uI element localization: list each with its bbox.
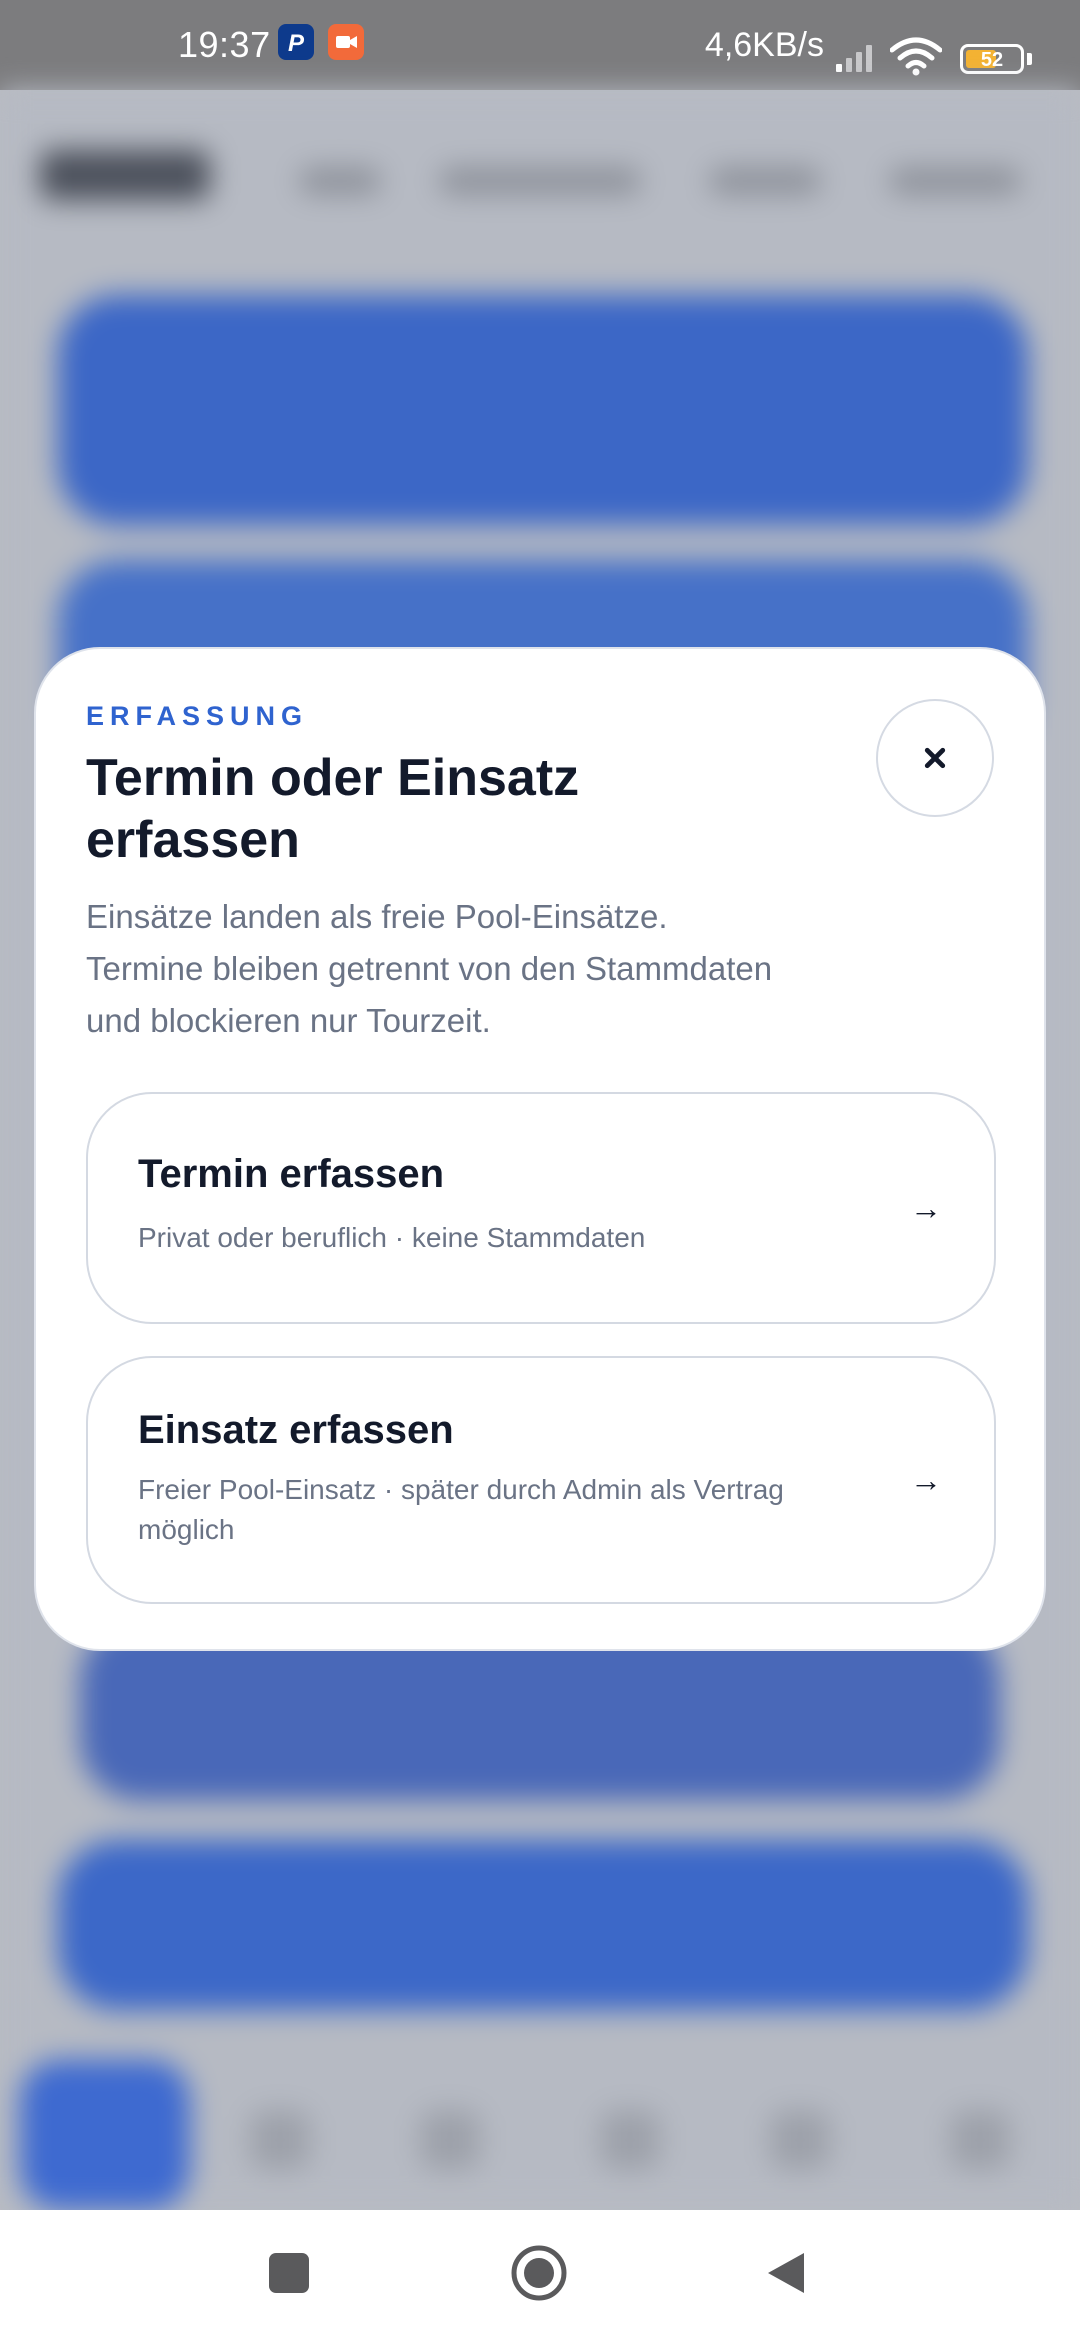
bg-nav-item — [440, 168, 640, 194]
system-nav-bar — [0, 2210, 1080, 2340]
recents-square-icon[interactable] — [264, 2248, 314, 2298]
back-triangle-icon[interactable] — [762, 2248, 812, 2298]
capture-appointment-option[interactable]: Termin erfassen Privat oder beruflich · … — [86, 1092, 996, 1324]
close-button[interactable] — [876, 699, 994, 817]
battery-icon: 52 — [960, 44, 1024, 74]
dialog-eyebrow: ERFASSUNG — [86, 701, 309, 731]
svg-text:P: P — [288, 30, 305, 57]
close-icon — [924, 747, 946, 769]
dialog-description: Einsätze landen als freie Pool-Einsätze.… — [86, 891, 886, 1047]
status-time: 19:37 — [178, 24, 271, 65]
bg-app-title — [40, 150, 210, 200]
description-line: Einsätze landen als freie Pool-Einsätze. — [86, 898, 668, 935]
option-description: Freier Pool-Einsatz · später durch Admin… — [138, 1474, 784, 1545]
option-description: Privat oder beruflich · keine Stammdaten — [138, 1222, 646, 1253]
video-recorder-icon — [328, 24, 364, 60]
arrow-right-icon: → — [910, 1462, 942, 1498]
capture-dialog: ERFASSUNG Termin oder Einsatz erfassen E… — [34, 647, 1046, 1651]
bg-nav-item — [710, 168, 820, 194]
option-title: Einsatz erfassen — [138, 1408, 454, 1452]
paypal-icon: P — [278, 24, 314, 60]
bg-card — [58, 295, 1028, 525]
arrow-right-icon: → — [910, 1190, 942, 1226]
capture-assignment-option[interactable]: Einsatz erfassen Freier Pool-Einsatz · s… — [86, 1356, 996, 1604]
bg-tab — [250, 2110, 310, 2170]
battery-level: 52 — [980, 49, 1004, 71]
option-title: Termin erfassen — [138, 1152, 445, 1196]
bg-fab — [20, 2060, 190, 2210]
status-bar: 19:37 P 4,6KB/s 52 — [0, 0, 1080, 90]
bg-tab — [420, 2110, 480, 2170]
bg-tab — [600, 2110, 660, 2170]
description-line: und blockieren nur Tourzeit. — [86, 1002, 491, 1039]
bg-card — [58, 1840, 1028, 2010]
bg-nav-item — [300, 168, 380, 194]
network-speed: 4,6KB/s — [704, 26, 824, 64]
battery-tip — [1027, 53, 1032, 65]
home-circle-icon[interactable] — [508, 2242, 570, 2304]
bg-nav-item — [890, 168, 1020, 194]
wifi-icon — [890, 37, 942, 76]
description-line: Termine bleiben getrennt von den Stammda… — [86, 950, 773, 987]
signal-icon — [836, 45, 872, 72]
bg-tab — [770, 2110, 830, 2170]
bg-tab — [950, 2110, 1010, 2170]
dialog-title: Termin oder Einsatz erfassen — [86, 749, 580, 869]
